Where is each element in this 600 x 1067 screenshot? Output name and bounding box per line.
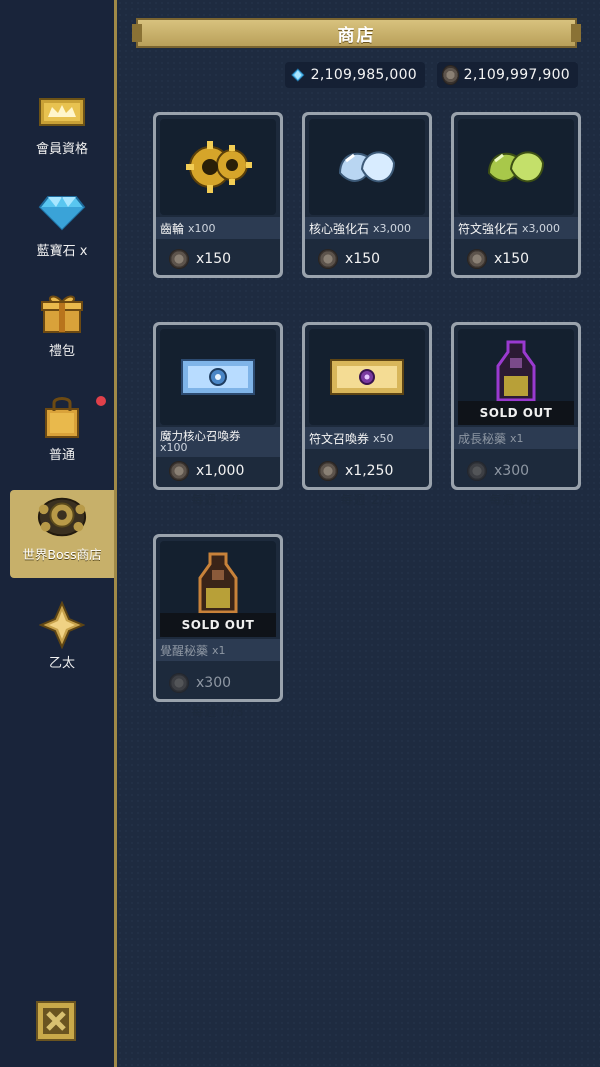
sidebar-item-label: 普通 bbox=[48, 448, 75, 463]
banner-left-cap bbox=[132, 24, 142, 42]
shop-item-growth-potion[interactable]: SOLD OUT 成長秘藥 x1 x300 每週 0/3 bbox=[451, 322, 581, 507]
item-price: x300 bbox=[156, 667, 280, 699]
item-qty: x3,000 bbox=[373, 221, 412, 235]
price-value: x300 bbox=[196, 675, 232, 691]
shop-item-core-stone[interactable]: 核心強化石 x3,000 x150 bbox=[302, 112, 432, 278]
shop-item-gear[interactable]: 齒輪 x100 x150 bbox=[153, 112, 283, 278]
item-qty: x100 bbox=[188, 221, 216, 235]
boss-coin-amount: 2,109,997,900 bbox=[463, 67, 570, 83]
shop-item-mana-core-ticket[interactable]: 魔力核心召喚券 x100 x1,000 每週 5/5 bbox=[153, 322, 283, 507]
shop-item-rune-ticket[interactable]: 符文召喚券 x50 x1,250 每週 2/3 bbox=[302, 322, 432, 507]
price-value: x150 bbox=[494, 251, 530, 267]
crown-icon bbox=[36, 88, 88, 134]
sidebar: 會員資格 藍寶石 x 禮包 普通 世界Boss商店 乙太 bbox=[0, 0, 114, 1067]
shop-item-rune-stone[interactable]: 符文強化石 x3,000 x150 bbox=[451, 112, 581, 278]
item-name-text: 覺醒秘藥 bbox=[160, 643, 209, 658]
gold-ticket-icon bbox=[309, 329, 425, 425]
blue-gem-icon bbox=[291, 68, 305, 82]
item-name: 覺醒秘藥 x1 bbox=[156, 639, 280, 661]
item-name-text: 齒輪 bbox=[160, 221, 185, 236]
item-price: x1,250 bbox=[305, 455, 429, 487]
item-price: x150 bbox=[305, 243, 429, 275]
price-value: x1,000 bbox=[196, 463, 245, 479]
weekly-limit: 每週 0/3 bbox=[489, 492, 543, 507]
item-name-text: 符文強化石 bbox=[458, 221, 519, 236]
sidebar-item-gift[interactable]: 禮包 bbox=[10, 286, 114, 374]
sidebar-item-label: 乙太 bbox=[48, 656, 75, 671]
boss-coin-icon bbox=[319, 250, 337, 268]
close-x-icon bbox=[43, 1008, 69, 1034]
item-name-text: 成長秘藥 bbox=[458, 431, 507, 446]
price-value: x1,250 bbox=[345, 463, 394, 479]
item-price: x300 bbox=[454, 455, 578, 487]
sidebar-item-label: 世界Boss商店 bbox=[22, 547, 102, 562]
boss-coin-icon bbox=[170, 462, 188, 480]
item-name: 成長秘藥 x1 bbox=[454, 427, 578, 449]
gift-box-icon bbox=[36, 290, 88, 336]
blue-stone-icon bbox=[309, 119, 425, 215]
currency-gem: 2,109,985,000 bbox=[285, 62, 425, 88]
item-qty: x100 bbox=[160, 441, 188, 454]
notification-badge bbox=[96, 396, 106, 406]
item-name: 核心強化石 x3,000 bbox=[305, 217, 429, 239]
boss-coin-icon bbox=[443, 66, 458, 84]
item-price: x150 bbox=[454, 243, 578, 275]
boss-coin-icon bbox=[170, 674, 188, 692]
green-stone-icon bbox=[458, 119, 574, 215]
banner-right-cap bbox=[571, 24, 581, 42]
item-name: 魔力核心召喚券 x100 bbox=[156, 427, 280, 457]
item-qty: x1 bbox=[212, 643, 226, 657]
page-title: 商店 bbox=[337, 25, 376, 46]
sidebar-item-label: 藍寶石 x bbox=[36, 244, 88, 259]
boss-coin-icon bbox=[468, 462, 486, 480]
purple-potion-icon: SOLD OUT bbox=[458, 329, 574, 425]
shop-item-awakening-potion[interactable]: SOLD OUT 覺醒秘藥 x1 x300 每週 0/3 bbox=[153, 534, 283, 719]
blue-ticket-icon bbox=[160, 329, 276, 425]
item-price: x150 bbox=[156, 243, 280, 275]
price-value: x150 bbox=[196, 251, 232, 267]
currency-boss-coin: 2,109,997,900 bbox=[437, 62, 578, 88]
boss-coin-icon bbox=[170, 250, 188, 268]
item-name-text: 符文召喚券 bbox=[309, 431, 370, 446]
title-banner: 商店 bbox=[132, 18, 581, 48]
sidebar-item-world-boss-shop[interactable]: 世界Boss商店 bbox=[10, 490, 114, 578]
item-name-text: 核心強化石 bbox=[309, 221, 370, 236]
gear-icon bbox=[160, 119, 276, 215]
item-price: x1,000 bbox=[156, 455, 280, 487]
item-qty: x1 bbox=[510, 431, 524, 445]
gem-amount: 2,109,985,000 bbox=[310, 67, 417, 83]
price-value: x150 bbox=[345, 251, 381, 267]
sidebar-item-membership[interactable]: 會員資格 bbox=[10, 84, 114, 172]
price-value: x300 bbox=[494, 463, 530, 479]
sold-out-badge: SOLD OUT bbox=[458, 401, 574, 425]
close-button[interactable] bbox=[36, 1001, 76, 1041]
shopping-bag-icon bbox=[36, 394, 88, 440]
item-name: 符文強化石 x3,000 bbox=[454, 217, 578, 239]
boss-coin-icon bbox=[319, 462, 337, 480]
weekly-limit: 每週 5/5 bbox=[191, 492, 245, 507]
sidebar-item-label: 會員資格 bbox=[35, 142, 88, 157]
item-name: 齒輪 x100 bbox=[156, 217, 280, 239]
sold-out-badge: SOLD OUT bbox=[160, 613, 276, 637]
sidebar-item-sapphire[interactable]: 藍寶石 x bbox=[10, 186, 114, 274]
orange-potion-icon: SOLD OUT bbox=[160, 541, 276, 637]
item-name: 符文召喚券 x50 bbox=[305, 427, 429, 449]
weekly-limit: 每週 2/3 bbox=[340, 492, 394, 507]
item-qty: x50 bbox=[373, 431, 394, 445]
sidebar-item-aether[interactable]: 乙太 bbox=[10, 598, 114, 686]
diamond-icon bbox=[36, 190, 88, 236]
sidebar-item-normal[interactable]: 普通 bbox=[10, 390, 114, 478]
boss-coin-icon bbox=[468, 250, 486, 268]
item-qty: x3,000 bbox=[522, 221, 561, 235]
weekly-limit: 每週 0/3 bbox=[191, 704, 245, 719]
boss-emblem-icon bbox=[36, 494, 88, 540]
sidebar-item-label: 禮包 bbox=[48, 344, 75, 359]
aether-crystal-icon bbox=[36, 601, 88, 649]
